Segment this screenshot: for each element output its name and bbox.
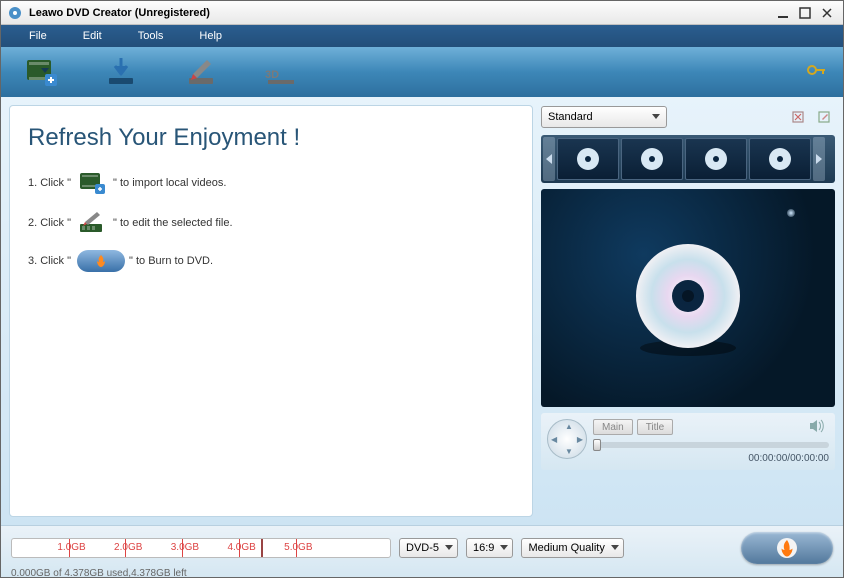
menubar: File Edit Tools Help [1, 25, 843, 47]
edit-film-icon [77, 210, 109, 236]
template-thumb[interactable] [685, 138, 747, 180]
template-row: Standard [541, 105, 835, 129]
step-2: 2. Click " " to edit the selected file. [28, 210, 514, 236]
step-1: 1. Click " " to import local videos. [28, 170, 514, 196]
dpad-up-icon: ▲ [565, 422, 573, 431]
edit-template-button[interactable] [813, 106, 835, 128]
burn-button[interactable] [741, 532, 833, 564]
quality-select[interactable]: Medium Quality [521, 538, 623, 558]
template-thumb[interactable] [621, 138, 683, 180]
3d-button[interactable]: 3D [259, 54, 303, 90]
chevron-down-icon[interactable] [41, 68, 77, 103]
maximize-button[interactable] [795, 6, 815, 20]
disc-capacity-bar: 1.0GB 2.0GB 3.0GB 4.0GB 5.0GB [11, 538, 391, 558]
svg-text:3D: 3D [265, 69, 279, 81]
app-icon [7, 5, 23, 21]
menu-help[interactable]: Help [181, 30, 240, 42]
add-video-button[interactable] [19, 54, 63, 90]
thumb-next-button[interactable] [813, 137, 825, 181]
titlebar: Leawo DVD Creator (Unregistered) [1, 1, 843, 25]
capacity-status: 0.000GB of 4.378GB used,4.378GB left [11, 568, 833, 579]
template-thumb[interactable] [749, 138, 811, 180]
dpad-left-icon: ◀ [551, 435, 557, 444]
disc-type-select[interactable]: DVD-5 [399, 538, 458, 558]
thumb-prev-button[interactable] [543, 137, 555, 181]
dpad-down-icon: ▼ [565, 447, 573, 456]
add-video-icon [77, 170, 109, 196]
bottom-bar: 1.0GB 2.0GB 3.0GB 4.0GB 5.0GB DVD-5 16:9… [1, 525, 843, 577]
burn-button-icon [77, 250, 125, 272]
toolbar: 3D [1, 47, 843, 97]
edit-button[interactable] [179, 54, 223, 90]
minimize-button[interactable] [773, 6, 793, 20]
template-select[interactable]: Standard [541, 106, 667, 128]
preview-panel: Standard [541, 105, 835, 517]
template-thumb[interactable] [557, 138, 619, 180]
timecode: 00:00:00/00:00:00 [593, 453, 829, 464]
lens-flare-icon [787, 209, 795, 217]
title-menu-button[interactable]: Title [637, 419, 674, 435]
menu-file[interactable]: File [11, 30, 65, 42]
content-panel: Refresh Your Enjoyment ! 1. Click " " to… [9, 105, 533, 517]
menu-edit[interactable]: Edit [65, 30, 120, 42]
close-button[interactable] [817, 6, 837, 20]
welcome-heading: Refresh Your Enjoyment ! [28, 124, 514, 152]
volume-icon[interactable] [809, 419, 825, 436]
app-window: Leawo DVD Creator (Unregistered) File Ed… [0, 0, 844, 578]
step-3: 3. Click " " to Burn to DVD. [28, 250, 514, 272]
playback-controls: ▲ ▼ ◀ ▶ Main Title 00:00:00/00:00:00 [541, 413, 835, 470]
disc-icon [628, 238, 748, 358]
register-key-icon[interactable] [807, 63, 827, 80]
slider-handle[interactable] [593, 439, 601, 451]
dpad-control[interactable]: ▲ ▼ ◀ ▶ [547, 419, 587, 459]
download-button[interactable] [99, 54, 143, 90]
main-menu-button[interactable]: Main [593, 419, 633, 435]
window-title: Leawo DVD Creator (Unregistered) [29, 7, 771, 19]
seek-slider[interactable] [593, 442, 829, 448]
aspect-select[interactable]: 16:9 [466, 538, 513, 558]
delete-template-button[interactable] [787, 106, 809, 128]
preview-area [541, 189, 835, 407]
menu-tools[interactable]: Tools [120, 30, 182, 42]
template-thumbnails [541, 135, 835, 183]
chevron-down-icon [652, 111, 660, 123]
dpad-right-icon: ▶ [577, 435, 583, 444]
main-area: Refresh Your Enjoyment ! 1. Click " " to… [1, 97, 843, 525]
